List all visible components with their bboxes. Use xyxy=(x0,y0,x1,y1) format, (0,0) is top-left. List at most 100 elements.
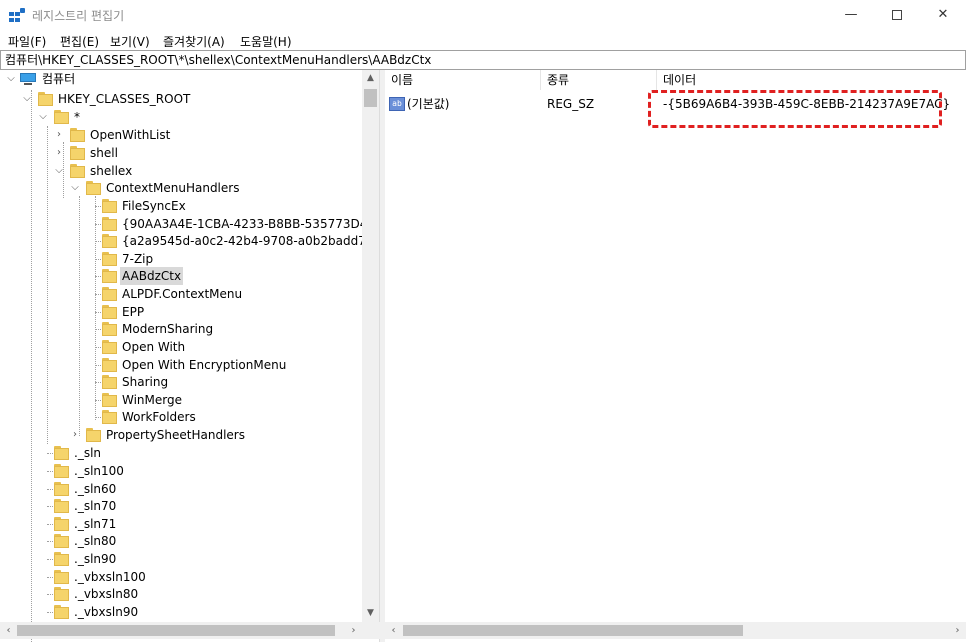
tree-item-sibling[interactable]: ._sln71 xyxy=(0,515,362,533)
tree-label: ._sln71 xyxy=(74,517,117,531)
tree-item-handler[interactable]: ModernSharing xyxy=(0,320,362,338)
menu-help[interactable]: 도움말(H) xyxy=(240,33,292,50)
menu-favorites[interactable]: 즐겨찾기(A) xyxy=(163,33,225,50)
chevron-down-icon[interactable]: ⌵ xyxy=(22,90,32,108)
tree-item-propertysheethandlers[interactable]: › PropertySheetHandlers xyxy=(0,426,362,444)
menu-edit[interactable]: 편집(E) xyxy=(60,33,99,50)
tree-item-sibling[interactable]: ._sln70 xyxy=(0,497,362,515)
folder-icon xyxy=(102,287,117,301)
string-value-icon: ab xyxy=(389,97,405,111)
tree-item-sibling[interactable]: ._sln80 xyxy=(0,532,362,550)
tree-item-sibling[interactable]: ._vbxsln90 xyxy=(0,603,362,621)
tree-pane[interactable]: ⌵ 컴퓨터 ⌵ HKEY_CLASSES_ROOT ⌵ * › OpenWith… xyxy=(0,70,380,642)
tree-item-handler[interactable]: Open With xyxy=(0,338,362,356)
scroll-up-arrow-icon[interactable]: ▲ xyxy=(362,70,379,87)
tree-item-hkey-classes-root[interactable]: ⌵ HKEY_CLASSES_ROOT xyxy=(0,90,362,108)
chevron-right-icon[interactable]: › xyxy=(54,126,64,144)
tree-vertical-scrollbar[interactable]: ▲ ▼ xyxy=(362,70,379,622)
tree-item-handler[interactable]: ALPDF.ContextMenu xyxy=(0,285,362,303)
tree-label: {a2a9545d-a0c2-42b4-9708-a0b2badd77c8} xyxy=(122,234,380,248)
tree-item-shell[interactable]: › shell xyxy=(0,144,362,162)
chevron-down-icon[interactable]: ⌵ xyxy=(70,179,80,197)
tree-item-shellex[interactable]: ⌵ shellex xyxy=(0,162,362,180)
folder-icon xyxy=(54,570,69,584)
chevron-right-icon[interactable]: › xyxy=(70,426,80,444)
scroll-right-arrow-icon[interactable]: › xyxy=(345,622,362,639)
minimize-button[interactable]: — xyxy=(828,0,874,30)
tree-label: * xyxy=(74,110,80,124)
folder-icon xyxy=(102,252,117,266)
tree-item-selected-aabdzctx[interactable]: AABdzCtx xyxy=(0,267,362,285)
tree-item-sibling[interactable]: ._vbxsln80 xyxy=(0,585,362,603)
tree-item-sibling[interactable]: ._vbxsln100 xyxy=(0,568,362,586)
tree-label: OpenWithList xyxy=(90,128,171,142)
maximize-button[interactable] xyxy=(874,0,920,30)
tree-label: 7-Zip xyxy=(122,252,154,266)
value-type: REG_SZ xyxy=(547,97,595,111)
scroll-left-arrow-icon[interactable]: ‹ xyxy=(385,622,402,639)
folder-icon xyxy=(54,587,69,601)
tree-label: ContextMenuHandlers xyxy=(106,181,240,195)
folder-icon xyxy=(102,358,117,372)
values-pane[interactable]: 이름 종류 데이터 ab (기본값) REG_SZ -{5B69A6B4-393… xyxy=(385,70,966,622)
tree-item-handler[interactable]: WorkFolders xyxy=(0,408,362,426)
tree-item-computer[interactable]: ⌵ 컴퓨터 xyxy=(0,70,362,88)
tree-label: HKEY_CLASSES_ROOT xyxy=(58,92,191,106)
folder-icon xyxy=(54,110,69,124)
chevron-right-icon[interactable]: › xyxy=(54,144,64,162)
folder-icon xyxy=(102,305,117,319)
tree-label: ._sln100 xyxy=(74,464,124,478)
folder-icon xyxy=(102,322,117,336)
values-horizontal-scrollbar[interactable]: ‹ › xyxy=(385,622,966,639)
scroll-right-arrow-icon[interactable]: › xyxy=(949,622,966,639)
scroll-thumb[interactable] xyxy=(17,625,335,636)
menu-file[interactable]: 파일(F) xyxy=(8,33,46,50)
scroll-down-arrow-icon[interactable]: ▼ xyxy=(362,605,379,622)
tree-item-handler[interactable]: FileSyncEx xyxy=(0,197,362,215)
tree-horizontal-scrollbar[interactable]: ‹ › xyxy=(0,622,362,639)
tree-label: ._vbxsln90 xyxy=(74,605,139,619)
menu-view[interactable]: 보기(V) xyxy=(110,33,150,50)
chevron-down-icon[interactable]: ⌵ xyxy=(54,162,64,180)
folder-icon xyxy=(102,375,117,389)
tree-item-star[interactable]: ⌵ * xyxy=(0,108,362,126)
column-header-type[interactable]: 종류 xyxy=(541,70,657,90)
tree-item-openwithlist[interactable]: › OpenWithList xyxy=(0,126,362,144)
tree-label: Sharing xyxy=(122,375,169,389)
maximize-icon xyxy=(892,9,902,20)
address-bar[interactable]: 컴퓨터\HKEY_CLASSES_ROOT\*\shellex\ContextM… xyxy=(0,50,966,70)
tree-label: 컴퓨터 xyxy=(42,72,76,86)
tree-label: ._sln xyxy=(74,446,102,460)
tree-label: FileSyncEx xyxy=(122,199,186,213)
tree-item-sibling[interactable]: ._sln60 xyxy=(0,480,362,498)
tree-item-handler[interactable]: 7-Zip xyxy=(0,250,362,268)
scroll-thumb[interactable] xyxy=(364,89,377,107)
tree-item-sibling[interactable]: ._sln xyxy=(0,444,362,462)
tree-item-handler[interactable]: EPP xyxy=(0,303,362,321)
tree-item-handler[interactable]: WinMerge xyxy=(0,391,362,409)
chevron-down-icon[interactable]: ⌵ xyxy=(38,108,48,126)
folder-icon xyxy=(86,428,101,442)
tree-item-handler[interactable]: {a2a9545d-a0c2-42b4-9708-a0b2badd77c8} xyxy=(0,232,379,250)
tree-label: WorkFolders xyxy=(122,410,196,424)
folder-icon xyxy=(102,269,117,283)
close-button[interactable]: ✕ xyxy=(920,0,966,30)
folder-icon xyxy=(54,605,69,619)
column-header-name[interactable]: 이름 xyxy=(385,70,541,90)
tree-item-handler[interactable]: {90AA3A4E-1CBA-4233-B8BB-535773D4844 xyxy=(0,215,379,233)
folder-icon xyxy=(102,199,117,213)
tree-item-sibling[interactable]: ._sln100 xyxy=(0,462,362,480)
tree-label: ._vbxsln100 xyxy=(74,570,146,584)
tree-item-contextmenuhandlers[interactable]: ⌵ ContextMenuHandlers xyxy=(0,179,362,197)
scroll-left-arrow-icon[interactable]: ‹ xyxy=(0,622,17,639)
column-header-data[interactable]: 데이터 xyxy=(657,70,957,90)
tree-label: ._vbxsln80 xyxy=(74,587,139,601)
scroll-thumb[interactable] xyxy=(403,625,743,636)
title-bar: 레지스트리 편집기 — ✕ xyxy=(0,0,966,30)
folder-icon xyxy=(70,146,85,160)
tree-item-sibling[interactable]: ._sln90 xyxy=(0,550,362,568)
close-icon: ✕ xyxy=(937,7,949,22)
tree-item-handler[interactable]: Sharing xyxy=(0,373,362,391)
tree-item-handler[interactable]: Open With EncryptionMenu xyxy=(0,356,362,374)
chevron-down-icon[interactable]: ⌵ xyxy=(6,70,16,88)
